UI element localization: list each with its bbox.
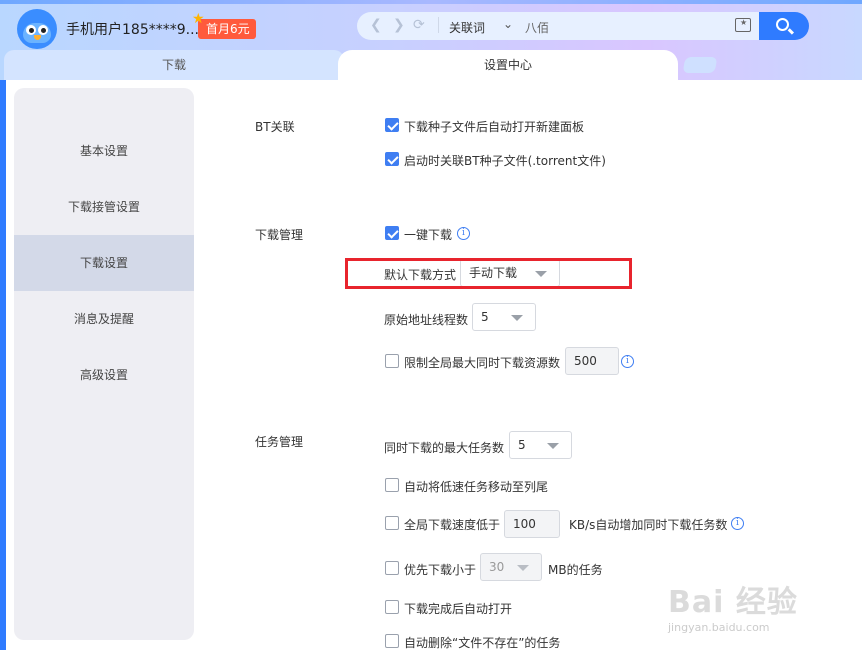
vip-badge[interactable]: 首月6元 bbox=[198, 19, 256, 39]
priority-small-checkbox[interactable] bbox=[385, 561, 399, 575]
threads-select[interactable]: 5 bbox=[472, 303, 536, 331]
tab-download[interactable]: 下载 bbox=[4, 50, 344, 80]
caret-down-icon bbox=[511, 315, 523, 321]
highlight-annotation bbox=[345, 258, 632, 289]
section-bt: BT关联 bbox=[255, 120, 295, 134]
assoc-torrent-label: 启动时关联BT种子文件(.torrent文件) bbox=[404, 154, 606, 168]
caret-down-icon bbox=[517, 565, 529, 571]
move-slow-label: 自动将低速任务移动至列尾 bbox=[404, 480, 549, 494]
speed-threshold-input[interactable]: 100 bbox=[504, 510, 560, 538]
watermark-url: jingyan.baidu.com bbox=[668, 621, 770, 634]
speed-threshold-checkbox[interactable] bbox=[385, 516, 399, 530]
chevron-down-icon[interactable]: ⌄ bbox=[503, 17, 513, 31]
window-left-edge bbox=[0, 80, 6, 650]
section-task-mgmt: 任务管理 bbox=[255, 435, 304, 449]
sidebar-item-download[interactable]: 下载设置 bbox=[14, 235, 194, 291]
info-icon[interactable]: i bbox=[457, 227, 470, 240]
max-tasks-label: 同时下载的最大任务数 bbox=[384, 441, 505, 455]
watermark-logo: Bai 经验 bbox=[668, 585, 798, 620]
auto-open-checkbox[interactable] bbox=[385, 600, 399, 614]
assoc-torrent-checkbox[interactable] bbox=[385, 152, 399, 166]
priority-small-prefix: 优先下载小于 bbox=[404, 563, 477, 577]
limit-sources-label: 限制全局最大同时下载资源数 bbox=[404, 356, 561, 370]
search-input[interactable]: 八佰 bbox=[525, 19, 549, 36]
section-download-mgmt: 下载管理 bbox=[255, 228, 304, 242]
user-avatar[interactable] bbox=[17, 9, 57, 49]
back-icon[interactable]: ❮ bbox=[370, 17, 382, 33]
tab-settings[interactable]: 设置中心 bbox=[338, 50, 678, 80]
auto-delete-label: 自动删除“文件不存在”的任务 bbox=[404, 636, 561, 650]
max-tasks-select[interactable]: 5 bbox=[509, 431, 572, 459]
threads-value: 5 bbox=[481, 310, 489, 324]
one-click-label: 一键下载 bbox=[404, 228, 453, 242]
limit-sources-checkbox[interactable] bbox=[385, 354, 399, 368]
speed-threshold-prefix: 全局下载速度低于 bbox=[404, 518, 501, 532]
threads-label: 原始地址线程数 bbox=[384, 313, 469, 327]
limit-sources-input[interactable]: 500 bbox=[565, 347, 619, 375]
move-slow-checkbox[interactable] bbox=[385, 478, 399, 492]
open-panel-label: 下载种子文件后自动打开新建面板 bbox=[404, 120, 585, 134]
sidebar-item-notifications[interactable]: 消息及提醒 bbox=[14, 291, 194, 347]
auto-open-label: 下载完成后自动打开 bbox=[404, 602, 513, 616]
info-icon[interactable]: i bbox=[731, 517, 744, 530]
title-bar: 手机用户185****9... 首月6元 ★ ❮ ❯ ⟳ 关联词 ⌄ 八佰 下载… bbox=[0, 0, 862, 80]
avatar-right-eye bbox=[38, 25, 48, 35]
avatar-left-eye bbox=[26, 25, 36, 35]
forward-icon[interactable]: ❯ bbox=[393, 17, 405, 33]
search-button[interactable] bbox=[759, 12, 809, 40]
top-accent-line bbox=[0, 0, 862, 4]
settings-sidebar: 基本设置 下载接管设置 下载设置 消息及提醒 高级设置 bbox=[14, 88, 194, 640]
info-icon[interactable]: i bbox=[621, 355, 634, 368]
caret-down-icon bbox=[547, 443, 559, 449]
sidebar-item-advanced[interactable]: 高级设置 bbox=[14, 347, 194, 403]
search-icon-handle bbox=[787, 28, 795, 35]
favorites-folder-icon[interactable] bbox=[735, 18, 751, 32]
priority-small-select[interactable]: 30 bbox=[480, 553, 542, 581]
priority-small-suffix: MB的任务 bbox=[548, 563, 603, 577]
sidebar-item-takeover[interactable]: 下载接管设置 bbox=[14, 179, 194, 235]
username[interactable]: 手机用户185****9... bbox=[66, 19, 199, 39]
search-divider bbox=[438, 17, 439, 33]
max-tasks-value: 5 bbox=[518, 438, 526, 452]
auto-delete-checkbox[interactable] bbox=[385, 634, 399, 648]
priority-small-value: 30 bbox=[489, 560, 505, 574]
vip-star-icon: ★ bbox=[192, 11, 205, 27]
sidebar-item-basic[interactable]: 基本设置 bbox=[14, 123, 194, 179]
open-panel-checkbox[interactable] bbox=[385, 118, 399, 132]
new-tab-button[interactable] bbox=[682, 57, 718, 73]
speed-threshold-suffix: KB/s自动增加同时下载任务数 bbox=[569, 518, 728, 532]
baidu-jingyan-watermark: Bai 经验 jingyan.baidu.com bbox=[668, 577, 818, 637]
search-bar: ❮ ❯ ⟳ bbox=[357, 12, 759, 40]
refresh-icon[interactable]: ⟳ bbox=[413, 17, 425, 33]
one-click-checkbox[interactable] bbox=[385, 226, 399, 240]
keyword-type-select[interactable]: 关联词 bbox=[449, 19, 485, 36]
